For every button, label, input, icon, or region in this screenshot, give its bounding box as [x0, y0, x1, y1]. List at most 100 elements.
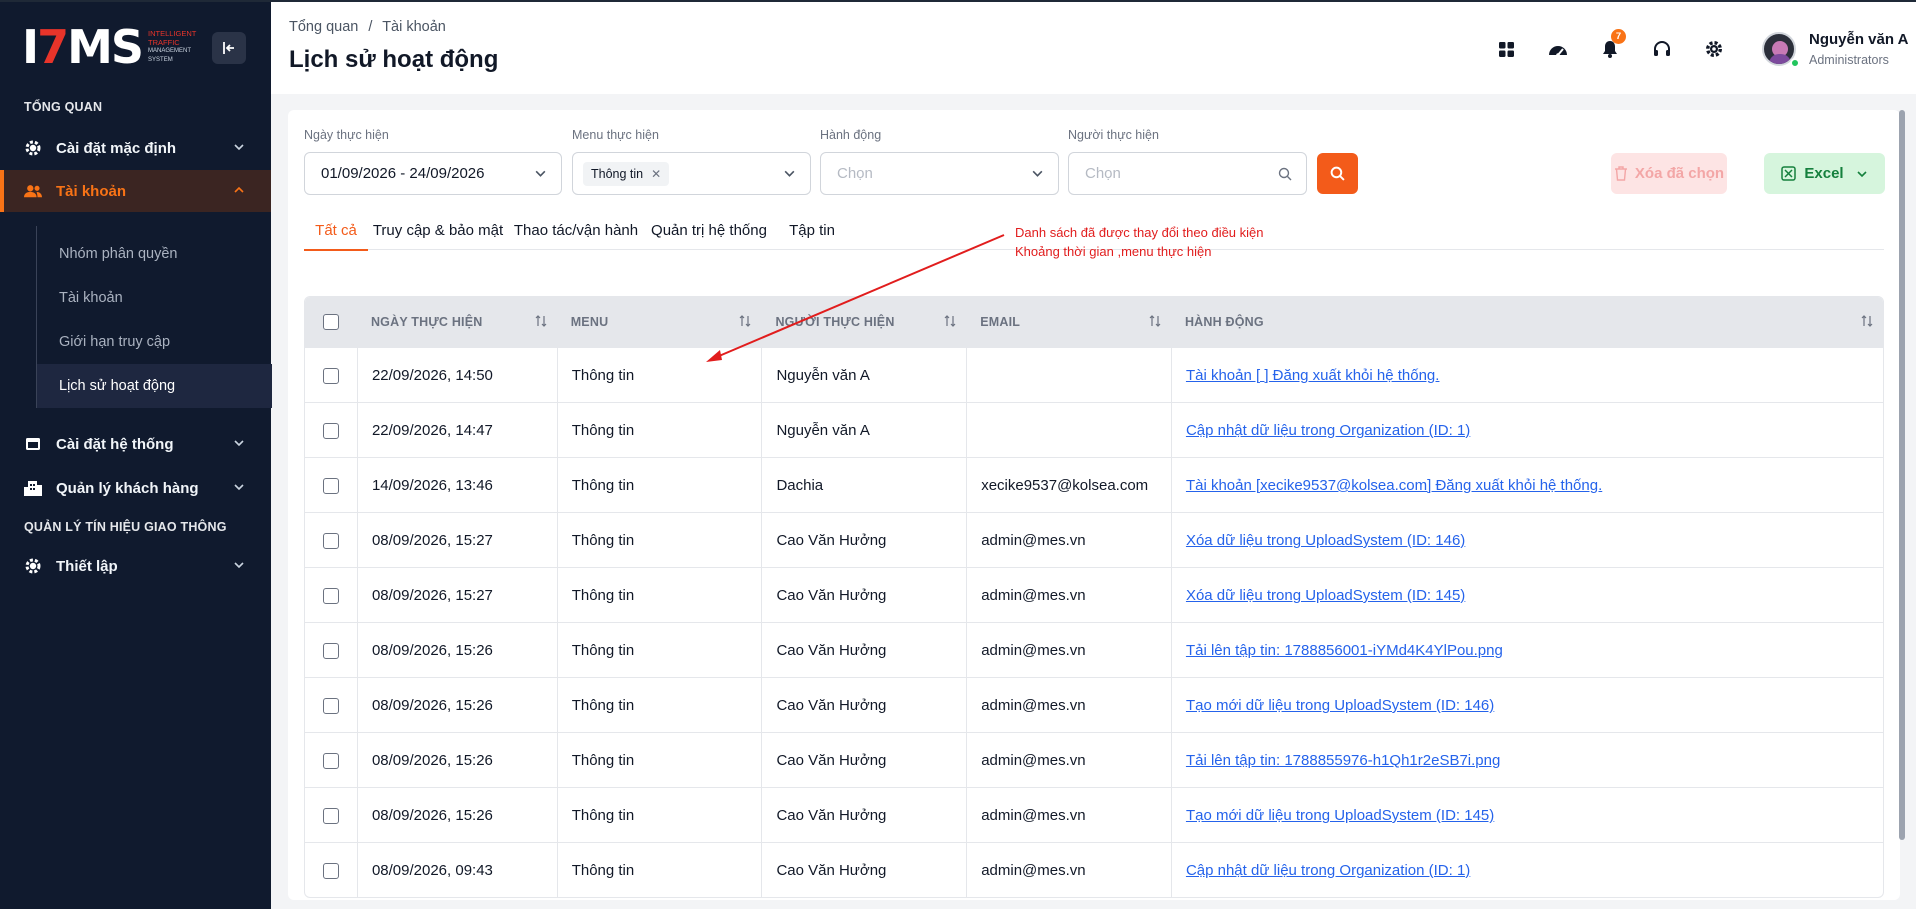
sidebar-subitem-permission-groups[interactable]: Nhóm phân quyền: [37, 232, 272, 276]
menu-select[interactable]: Thông tin ✕: [572, 152, 811, 195]
notification-badge: 7: [1611, 29, 1626, 44]
cell-action-link[interactable]: Xóa dữ liệu trong UploadSystem (ID: 145): [1170, 568, 1883, 623]
dashboard-button[interactable]: [1543, 34, 1573, 64]
breadcrumb-account[interactable]: Tài khoản: [382, 19, 446, 35]
cell-action-link[interactable]: Tải lên tập tin: 1788856001-iYMd4K4YlPou…: [1170, 623, 1883, 678]
table-row[interactable]: 08/09/2026, 15:26 Thông tin Cao Văn Hưởng a…: [305, 787, 1883, 843]
row-checkbox[interactable]: [322, 477, 339, 494]
delete-selected-button[interactable]: Xóa đã chọn: [1611, 153, 1727, 194]
action-select-placeholder: Chọn: [837, 165, 873, 182]
date-range-value: 01/09/2026 - 24/09/2026: [321, 165, 485, 182]
date-filter-label: Ngày thực hiện: [304, 128, 389, 142]
sort-icon[interactable]: [1149, 315, 1161, 327]
cell-action-link[interactable]: Cập nhật dữ liệu trong Organization (ID:…: [1170, 843, 1883, 897]
table-row[interactable]: 08/09/2026, 15:27 Thông tin Cao Văn Hưởng a…: [305, 512, 1883, 568]
breadcrumb-overview[interactable]: Tổng quan: [289, 19, 358, 35]
column-header-action[interactable]: HÀNH ĐỘNG: [1171, 297, 1883, 347]
table-row[interactable]: 08/09/2026, 15:27 Thông tin Cao Văn Hưởng a…: [305, 567, 1883, 623]
cell-action-link[interactable]: Tạo mới dữ liệu trong UploadSystem (ID: …: [1170, 678, 1883, 733]
row-checkbox[interactable]: [322, 367, 339, 384]
sort-icon[interactable]: [535, 315, 547, 327]
gear-icon: [1705, 40, 1723, 58]
cell-email: admin@mes.vn: [966, 678, 1171, 733]
column-header-email[interactable]: EMAIL: [966, 297, 1171, 347]
headset-icon: [1654, 40, 1670, 56]
row-select-cell: [305, 733, 357, 788]
cell-action-link[interactable]: Tải lên tập tin: 1788855976-h1Qh1r2eSB7i…: [1170, 733, 1883, 788]
table-row[interactable]: 22/09/2026, 14:47 Thông tin Nguyễn văn A Cậ…: [305, 402, 1883, 458]
table-row[interactable]: 14/09/2026, 13:46 Thông tin Dachia xecike95…: [305, 457, 1883, 513]
sort-icon[interactable]: [739, 315, 751, 327]
excel-export-button[interactable]: Excel: [1764, 153, 1885, 194]
cell-email: admin@mes.vn: [966, 788, 1171, 843]
row-checkbox[interactable]: [322, 532, 339, 549]
row-checkbox[interactable]: [322, 752, 339, 769]
cell-action-link[interactable]: Xóa dữ liệu trong UploadSystem (ID: 146): [1170, 513, 1883, 568]
column-header-user[interactable]: NGƯỜI THỰC HIỆN: [761, 297, 966, 347]
user-name[interactable]: Nguyễn văn A: [1809, 31, 1908, 48]
cell-action-link[interactable]: Cập nhật dữ liệu trong Organization (ID:…: [1170, 403, 1883, 458]
chevron-down-icon: [234, 562, 244, 569]
sidebar-subitem-activity-history[interactable]: Lịch sử hoạt động: [37, 364, 272, 408]
logo[interactable]: I7MS INTELLIGENT TRAFFIC MANAGEMENT SYST…: [22, 24, 210, 70]
cell-user: Cao Văn Hưởng: [761, 788, 966, 843]
sort-icon[interactable]: [944, 315, 956, 327]
tab-all[interactable]: Tất cả: [304, 210, 368, 251]
tab-files[interactable]: Tập tin: [774, 210, 850, 250]
row-checkbox[interactable]: [322, 587, 339, 604]
row-select-cell: [305, 843, 357, 897]
sort-icon[interactable]: [1861, 315, 1873, 327]
user-filter-label: Người thực hiện: [1068, 128, 1159, 142]
table-row[interactable]: 08/09/2026, 15:26 Thông tin Cao Văn Hưởng a…: [305, 732, 1883, 788]
remove-chip-icon[interactable]: ✕: [651, 167, 661, 181]
row-checkbox[interactable]: [322, 642, 339, 659]
sidebar-item-system-settings[interactable]: Cài đặt hệ thống: [0, 423, 271, 465]
table-row[interactable]: 08/09/2026, 09:43 Thông tin Cao Văn Hưởng a…: [305, 842, 1883, 897]
row-checkbox[interactable]: [322, 697, 339, 714]
sidebar-subitem-accounts[interactable]: Tài khoản: [37, 276, 272, 320]
cell-action-link[interactable]: Tạo mới dữ liệu trong UploadSystem (ID: …: [1170, 788, 1883, 843]
date-range-picker[interactable]: 01/09/2026 - 24/09/2026: [304, 152, 562, 195]
sidebar-item-label: Cài đặt mặc định: [56, 139, 177, 157]
apps-grid-button[interactable]: [1491, 34, 1521, 64]
row-checkbox[interactable]: [322, 807, 339, 824]
collapse-sidebar-button[interactable]: [212, 32, 246, 64]
sidebar: I7MS INTELLIGENT TRAFFIC MANAGEMENT SYST…: [0, 2, 272, 909]
tab-access-security[interactable]: Truy cập & bảo mật: [368, 210, 508, 250]
table-row[interactable]: 22/09/2026, 14:50 Thông tin Nguyễn văn A Tà…: [305, 347, 1883, 403]
cell-email: [966, 348, 1171, 403]
cell-action-link[interactable]: Tài khoản [ ] Đăng xuất khỏi hệ thống.: [1170, 348, 1883, 403]
row-select-cell: [305, 348, 357, 403]
tab-operations[interactable]: Thao tác/vận hành: [508, 210, 644, 250]
tab-system-admin[interactable]: Quản trị hệ thống: [644, 210, 774, 250]
table-row[interactable]: 08/09/2026, 15:26 Thông tin Cao Văn Hưởng a…: [305, 677, 1883, 733]
search-button[interactable]: [1317, 153, 1358, 194]
sidebar-subitem-access-limits[interactable]: Giới hạn truy cập: [37, 320, 272, 364]
notifications-button[interactable]: 7: [1595, 29, 1626, 64]
settings-button[interactable]: [1699, 34, 1729, 64]
search-icon: [1330, 166, 1345, 181]
action-select[interactable]: Chọn: [820, 152, 1059, 195]
page-scrollbar[interactable]: [1899, 110, 1905, 840]
cell-menu: Thông tin: [556, 568, 762, 623]
speedometer-icon: [1549, 45, 1567, 57]
table-row[interactable]: 08/09/2026, 15:26 Thông tin Cao Văn Hưởng a…: [305, 622, 1883, 678]
cell-action-link[interactable]: Tài khoản [xecike9537@kolsea.com] Đăng x…: [1170, 458, 1883, 513]
table-header: NGÀY THỰC HIỆN MENU NGƯỜI THỰC HIỆN EMAI…: [305, 297, 1883, 347]
cell-menu: Thông tin: [556, 513, 762, 568]
cell-menu: Thông tin: [556, 788, 762, 843]
column-header-menu[interactable]: MENU: [557, 297, 762, 347]
select-all-checkbox[interactable]: [322, 314, 339, 330]
sidebar-item-default-settings[interactable]: Cài đặt mặc định: [0, 127, 271, 169]
column-header-date[interactable]: NGÀY THỰC HIỆN: [357, 297, 557, 347]
sidebar-item-customer-management[interactable]: Quản lý khách hàng: [0, 467, 271, 509]
cell-date: 08/09/2026, 15:26: [356, 678, 557, 733]
row-checkbox[interactable]: [322, 862, 339, 879]
row-checkbox[interactable]: [322, 422, 339, 439]
building-icon: [24, 479, 42, 497]
sidebar-item-setup[interactable]: Thiết lập: [0, 545, 271, 587]
menu-filter-label: Menu thực hiện: [572, 128, 659, 142]
sidebar-item-account[interactable]: Tài khoản: [0, 170, 271, 212]
user-search-input[interactable]: Chọn: [1068, 152, 1307, 195]
support-button[interactable]: [1647, 34, 1677, 64]
